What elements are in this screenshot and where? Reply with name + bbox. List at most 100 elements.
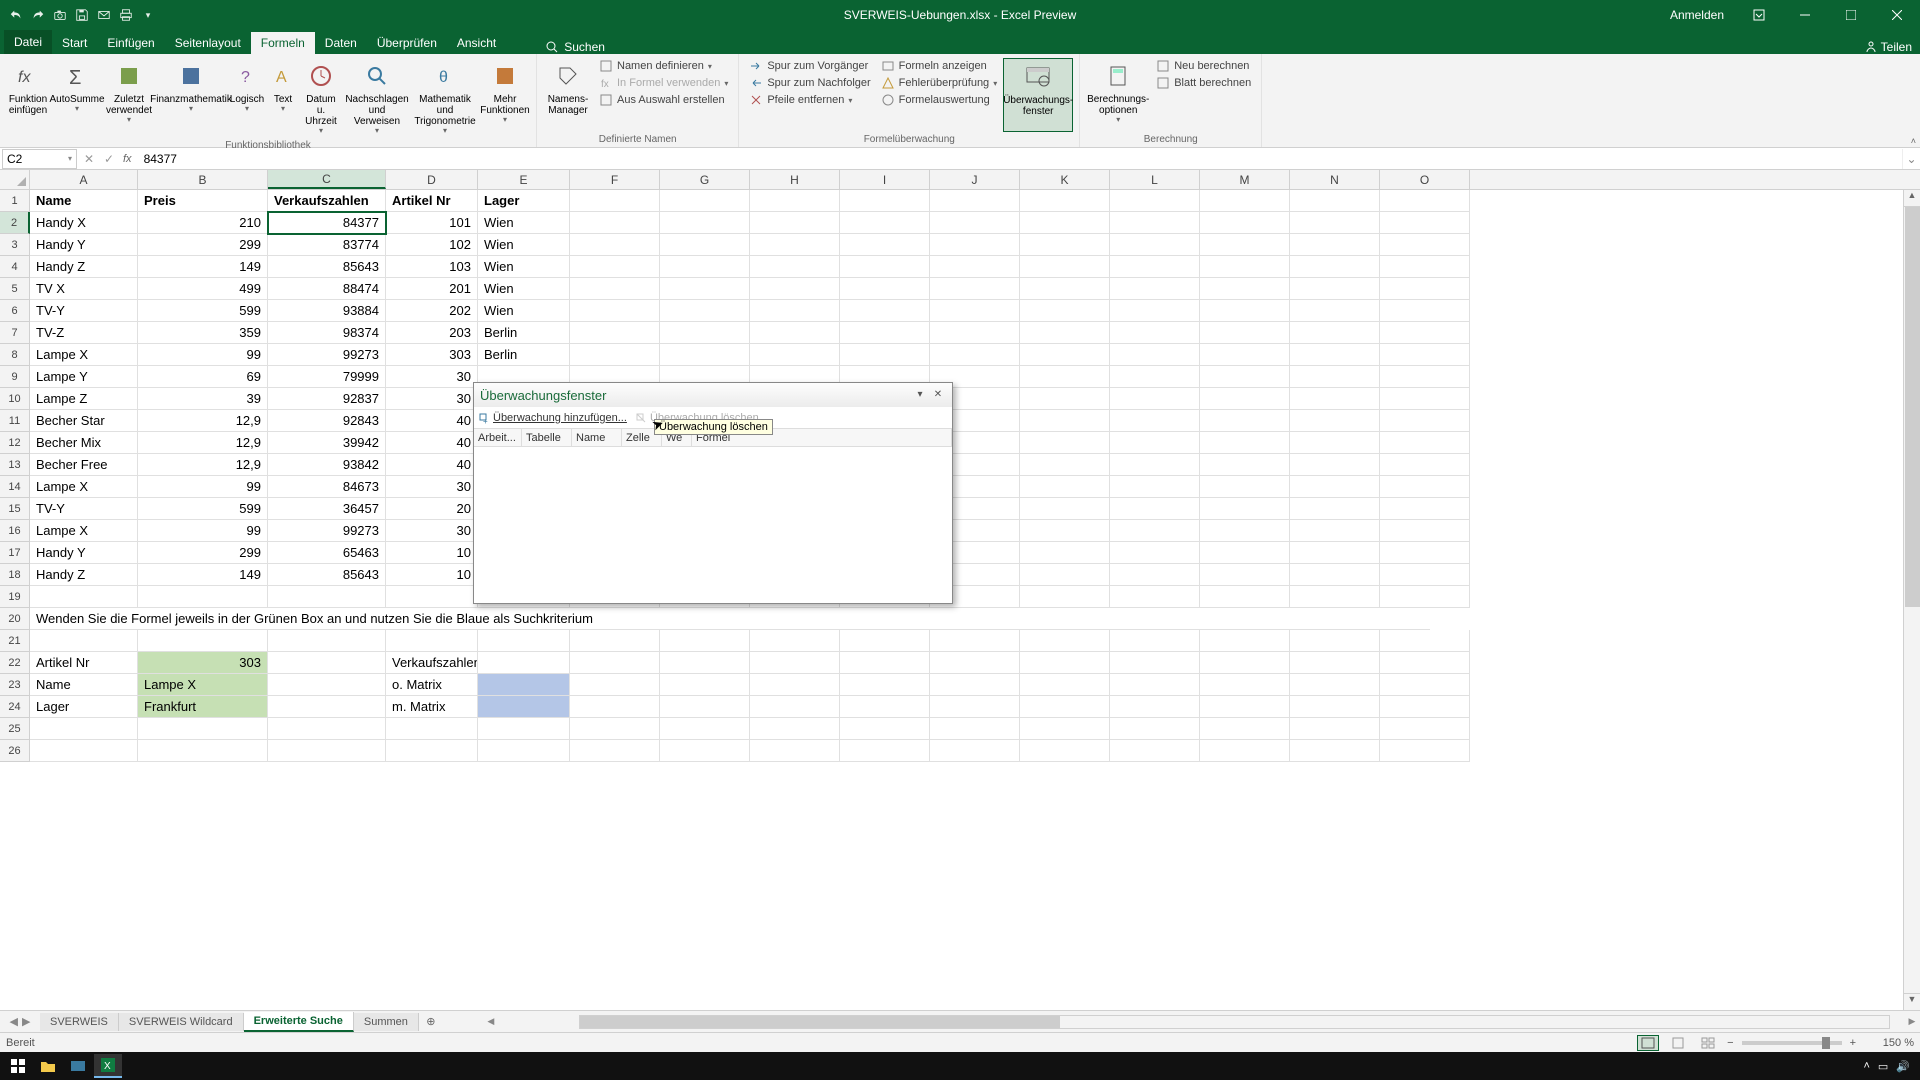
- cell[interactable]: [840, 718, 930, 740]
- minimize-button[interactable]: [1782, 0, 1828, 30]
- cell[interactable]: [1020, 740, 1110, 762]
- cell[interactable]: [1200, 696, 1290, 718]
- cell[interactable]: [138, 586, 268, 608]
- cell[interactable]: [840, 212, 930, 234]
- cell[interactable]: [1020, 652, 1110, 674]
- cell[interactable]: [1200, 674, 1290, 696]
- cell[interactable]: [1380, 740, 1470, 762]
- cell[interactable]: [570, 256, 660, 278]
- zuletzt-verwendet-button[interactable]: Zuletzt verwendet▾: [104, 58, 154, 138]
- cell[interactable]: 79999: [268, 366, 386, 388]
- tab-formeln[interactable]: Formeln: [251, 32, 315, 54]
- cell[interactable]: [840, 696, 930, 718]
- cell[interactable]: [1380, 696, 1470, 718]
- cell[interactable]: [1020, 630, 1110, 652]
- datum-button[interactable]: Datum u. Uhrzeit▾: [300, 58, 342, 138]
- row-header[interactable]: 25: [0, 718, 30, 740]
- spur-nachfolger-button[interactable]: Spur zum Nachfolger: [745, 75, 874, 91]
- cell[interactable]: [660, 344, 750, 366]
- column-header-B[interactable]: B: [138, 170, 268, 189]
- spur-vorgaenger-button[interactable]: Spur zum Vorgänger: [745, 58, 874, 74]
- cell[interactable]: [138, 718, 268, 740]
- tab-ueberpruefen[interactable]: Überprüfen: [367, 32, 447, 54]
- cell[interactable]: [1110, 278, 1200, 300]
- cell[interactable]: [660, 300, 750, 322]
- cell[interactable]: 210: [138, 212, 268, 234]
- cell[interactable]: 69: [138, 366, 268, 388]
- cell[interactable]: [1290, 212, 1380, 234]
- cell[interactable]: Wien: [478, 300, 570, 322]
- cell[interactable]: [1380, 542, 1470, 564]
- cell[interactable]: 599: [138, 498, 268, 520]
- cell[interactable]: [1020, 234, 1110, 256]
- cell[interactable]: Lampe X: [30, 344, 138, 366]
- cell[interactable]: 40: [386, 454, 478, 476]
- column-header-F[interactable]: F: [570, 170, 660, 189]
- cell[interactable]: [1290, 520, 1380, 542]
- cell[interactable]: [1110, 234, 1200, 256]
- tab-datei[interactable]: Datei: [4, 30, 52, 54]
- cell[interactable]: [1290, 256, 1380, 278]
- cell[interactable]: 88474: [268, 278, 386, 300]
- cell[interactable]: [1020, 498, 1110, 520]
- system-tray[interactable]: ˄ ▭ 🔊: [1863, 1060, 1916, 1073]
- scroll-down-icon[interactable]: ▼: [1904, 993, 1920, 1010]
- scroll-up-icon[interactable]: ▲: [1904, 190, 1920, 207]
- cell[interactable]: [930, 652, 1020, 674]
- cell[interactable]: [750, 718, 840, 740]
- sign-in-button[interactable]: Anmelden: [1658, 8, 1736, 22]
- cell[interactable]: [750, 696, 840, 718]
- sheet-tab-sverweis[interactable]: SVERWEIS: [40, 1013, 119, 1031]
- cell[interactable]: [1110, 432, 1200, 454]
- cell[interactable]: 99273: [268, 344, 386, 366]
- cell[interactable]: [1200, 652, 1290, 674]
- cell[interactable]: [1380, 410, 1470, 432]
- cell[interactable]: [1290, 410, 1380, 432]
- cell[interactable]: 303: [138, 652, 268, 674]
- cell[interactable]: Handy X: [30, 212, 138, 234]
- cell[interactable]: [1380, 586, 1470, 608]
- cell[interactable]: Wien: [478, 234, 570, 256]
- funktion-einfuegen-button[interactable]: fxFunktion einfügen: [6, 58, 50, 138]
- cell[interactable]: [1200, 740, 1290, 762]
- watch-col-tabelle[interactable]: Tabelle: [522, 429, 572, 446]
- cell[interactable]: [660, 278, 750, 300]
- cell[interactable]: [1020, 322, 1110, 344]
- cell[interactable]: Becher Star: [30, 410, 138, 432]
- qat-dropdown-icon[interactable]: ▾: [138, 5, 158, 25]
- cell[interactable]: [1020, 366, 1110, 388]
- redo-icon[interactable]: [28, 5, 48, 25]
- cell[interactable]: [268, 630, 386, 652]
- cell[interactable]: [930, 696, 1020, 718]
- cell[interactable]: [1290, 696, 1380, 718]
- cell[interactable]: [1110, 520, 1200, 542]
- cell[interactable]: [1200, 564, 1290, 586]
- row-header[interactable]: 15: [0, 498, 30, 520]
- row-header[interactable]: 3: [0, 234, 30, 256]
- cell[interactable]: [1380, 652, 1470, 674]
- row-header[interactable]: 16: [0, 520, 30, 542]
- cell[interactable]: [1380, 234, 1470, 256]
- cell[interactable]: [1380, 322, 1470, 344]
- column-header-C[interactable]: C: [268, 170, 386, 189]
- sheet-tab-wildcard[interactable]: SVERWEIS Wildcard: [119, 1013, 244, 1031]
- cell[interactable]: m. Matrix: [386, 696, 478, 718]
- cell[interactable]: [750, 300, 840, 322]
- cell[interactable]: [840, 234, 930, 256]
- view-normal-icon[interactable]: [1637, 1035, 1659, 1051]
- cell[interactable]: [1380, 388, 1470, 410]
- cell[interactable]: [660, 256, 750, 278]
- finanzmathematik-button[interactable]: Finanzmathematik▾: [156, 58, 226, 138]
- share-button[interactable]: Teilen: [1865, 40, 1912, 54]
- cell[interactable]: [1020, 454, 1110, 476]
- cell[interactable]: [1200, 190, 1290, 212]
- column-header-O[interactable]: O: [1380, 170, 1470, 189]
- cell[interactable]: 299: [138, 234, 268, 256]
- cell[interactable]: [1290, 234, 1380, 256]
- sheet-tab-erweiterte[interactable]: Erweiterte Suche: [244, 1012, 354, 1032]
- cell[interactable]: [570, 212, 660, 234]
- cell[interactable]: [1020, 344, 1110, 366]
- cell[interactable]: [1290, 630, 1380, 652]
- cell[interactable]: [570, 344, 660, 366]
- cell[interactable]: [268, 696, 386, 718]
